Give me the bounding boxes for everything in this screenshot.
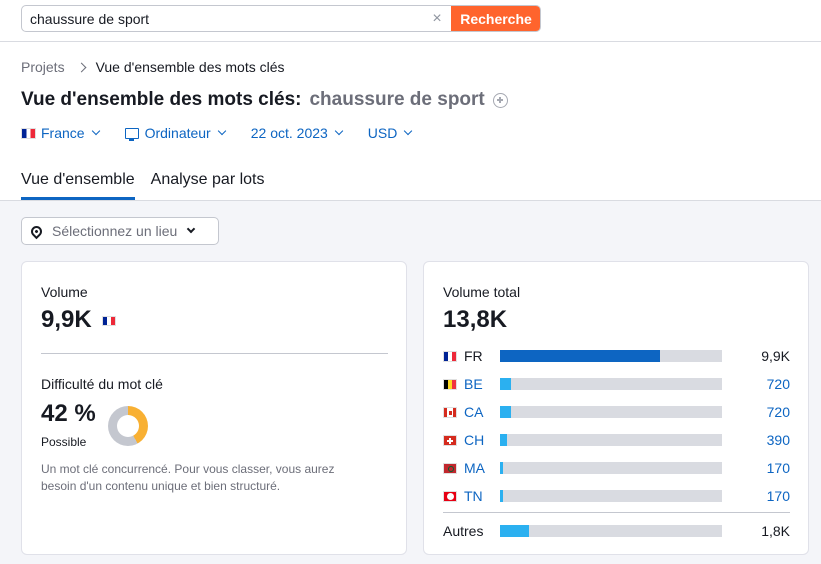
volume-bar	[500, 350, 722, 362]
country-row: MA 170	[443, 459, 790, 477]
filters-bar: France Ordinateur 22 oct. 2023 USD	[21, 125, 437, 141]
breadcrumb-current: Vue d'ensemble des mots clés	[95, 59, 285, 75]
tab-batch-analysis[interactable]: Analyse par lots	[151, 171, 265, 200]
country-filter-label: France	[41, 125, 85, 141]
location-pin-icon	[28, 223, 45, 239]
france-flag-icon	[102, 315, 117, 326]
country-row: TN 170	[443, 487, 790, 505]
country-volume[interactable]: 720	[722, 376, 790, 392]
page-title: Vue d'ensemble des mots clés: chaussure …	[21, 89, 508, 111]
kd-value: 42 %	[41, 400, 96, 427]
location-select-placeholder: Sélectionnez un lieu	[52, 223, 178, 239]
tabs: Vue d'ensemble Analyse par lots	[21, 171, 281, 200]
device-filter[interactable]: Ordinateur	[124, 125, 226, 141]
country-code[interactable]: TN	[464, 488, 500, 504]
volume-bar-fill	[500, 350, 660, 362]
chevron-down-icon	[217, 126, 226, 136]
chevron-down-icon	[334, 126, 344, 136]
chevron-down-icon	[91, 126, 100, 136]
date-filter[interactable]: 22 oct. 2023	[250, 125, 344, 141]
breadcrumb: Projets Vue d'ensemble des mots clés	[21, 59, 285, 75]
other-row: Autres 1,8K	[443, 522, 790, 540]
volume-bar-fill	[500, 525, 529, 537]
breadcrumb-projects[interactable]: Projets	[21, 59, 65, 75]
device-filter-label: Ordinateur	[144, 125, 211, 141]
country-row: CA 720	[443, 403, 790, 421]
desktop-icon	[124, 127, 139, 141]
volume-bar-fill	[500, 378, 512, 390]
volume-bar-fill	[500, 490, 504, 502]
chevron-right-icon	[76, 62, 87, 72]
kd-donut-chart	[108, 406, 148, 446]
kd-label: Difficulté du mot clé	[41, 376, 163, 392]
search-input[interactable]	[22, 6, 452, 31]
ca-flag-icon	[443, 406, 457, 418]
country-row: BE 720	[443, 375, 790, 393]
search-button[interactable]: Recherche	[451, 6, 540, 31]
fr-flag-icon	[443, 350, 457, 362]
country-volume[interactable]: 170	[722, 460, 790, 476]
country-row: FR 9,9K	[443, 347, 790, 365]
page-title-text: Vue d'ensemble des mots clés:	[21, 89, 302, 110]
divider	[0, 41, 821, 42]
volume-bar	[500, 462, 722, 474]
country-code[interactable]: CA	[464, 404, 500, 420]
date-filter-label: 22 oct. 2023	[250, 125, 328, 141]
total-volume-value: 13,8K	[443, 306, 508, 333]
other-value: 1,8K	[761, 523, 790, 539]
chevron-down-icon	[404, 126, 413, 136]
volume-bar-fill	[500, 434, 507, 446]
be-flag-icon	[443, 378, 457, 390]
divider	[41, 353, 388, 354]
country-code[interactable]: BE	[464, 376, 500, 392]
volume-bar	[500, 434, 722, 446]
total-volume-card: Volume total 13,8K FR 9,9K BE 720 CA 720 CH 390…	[423, 261, 809, 555]
volume-bar-fill	[500, 462, 504, 474]
france-flag-icon	[21, 127, 36, 139]
country-volume[interactable]: 170	[722, 488, 790, 504]
chevron-down-icon	[187, 224, 196, 234]
volume-value: 9,9K	[41, 306, 121, 334]
page-title-keyword: chaussure de sport	[309, 89, 485, 110]
volume-card: Volume 9,9K Difficulté du mot clé 42 % P…	[21, 261, 407, 555]
location-select[interactable]: Sélectionnez un lieu	[21, 217, 219, 245]
country-code: FR	[464, 348, 483, 364]
add-circle-icon[interactable]	[492, 92, 508, 108]
kd-rating: Possible	[41, 435, 87, 449]
clear-icon[interactable]: ×	[428, 10, 446, 28]
tab-overview[interactable]: Vue d'ensemble	[21, 171, 135, 200]
kd-description: Un mot clé concurrencé. Pour vous classe…	[41, 462, 335, 493]
volume-bar	[500, 525, 722, 537]
country-row: CH 390	[443, 431, 790, 449]
volume-bar	[500, 490, 722, 502]
currency-filter[interactable]: USD	[367, 125, 413, 141]
total-volume-label: Volume total	[443, 284, 521, 300]
country-code[interactable]: CH	[464, 432, 500, 448]
volume-label: Volume	[41, 284, 88, 300]
divider	[0, 200, 821, 201]
header: × Recherche Projets Vue d'ensemble des m…	[0, 0, 821, 201]
country-volume[interactable]: 720	[722, 404, 790, 420]
divider	[443, 512, 790, 513]
country-filter[interactable]: France	[21, 125, 100, 141]
currency-filter-label: USD	[367, 125, 398, 141]
volume-bar	[500, 406, 722, 418]
tn-flag-icon	[443, 490, 457, 502]
volume-bar-fill	[500, 406, 512, 418]
country-volume[interactable]: 390	[722, 432, 790, 448]
country-code[interactable]: MA	[464, 460, 500, 476]
country-volume: 9,9K	[761, 348, 790, 364]
volume-value-text: 9,9K	[41, 306, 92, 333]
ma-flag-icon	[443, 462, 457, 474]
volume-bar	[500, 378, 722, 390]
search-bar: × Recherche	[21, 5, 541, 32]
ch-flag-icon	[443, 434, 457, 446]
other-label: Autres	[443, 523, 484, 539]
